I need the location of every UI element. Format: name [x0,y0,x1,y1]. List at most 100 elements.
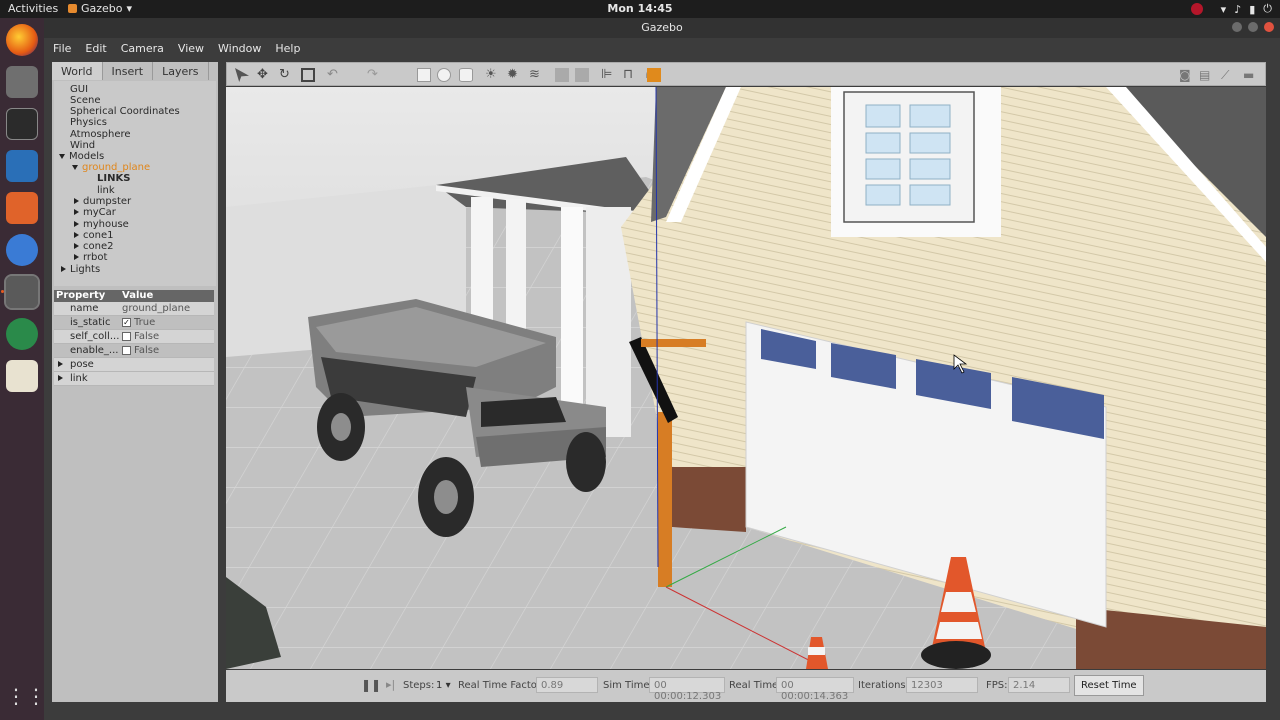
log-icon[interactable]: ▤ [1199,68,1213,82]
tree-item-mycar[interactable]: myCar [74,207,116,218]
checkbox-unchecked[interactable] [122,332,131,341]
tree-item-cone1[interactable]: cone1 [74,230,113,241]
system-tray[interactable]: ▾ ♪ ▮ ⏻ [1190,2,1272,16]
writer-icon[interactable] [6,150,38,182]
collapsed-arrow-icon[interactable] [74,243,79,249]
help-icon[interactable] [6,234,38,266]
video-record-icon[interactable]: ▬ [1243,68,1257,82]
property-value[interactable]: False [122,345,159,356]
collapsed-arrow-icon[interactable] [74,209,79,215]
window-title: Gazebo [641,21,683,34]
minimize-button[interactable] [1232,22,1242,32]
dock: ⋮⋮ [0,18,46,720]
tree-item-lights[interactable]: Lights [61,264,100,275]
rotate-mode-icon[interactable]: ↻ [279,68,293,82]
tab-layers[interactable]: Layers [153,62,209,80]
menu-help[interactable]: Help [275,42,300,55]
checkbox-unchecked[interactable] [122,346,131,355]
align-icon[interactable]: ⊫ [601,68,615,82]
expanded-arrow-icon[interactable] [59,154,65,159]
spot-light-icon[interactable]: ✹ [507,68,521,82]
close-button[interactable] [1264,22,1274,32]
directional-light-icon[interactable]: ≋ [529,68,543,82]
step-icon[interactable]: ▸| [386,678,395,691]
menu-window[interactable]: Window [218,42,261,55]
property-row-self-collide[interactable]: self_coll... False [54,330,214,344]
3d-viewport[interactable] [226,87,1266,669]
menu-edit[interactable]: Edit [85,42,106,55]
redo-icon[interactable]: ↷ [367,68,381,82]
menu-view[interactable]: View [178,42,204,55]
gazebo-icon[interactable] [4,274,40,310]
show-apps-icon[interactable]: ⋮⋮ [6,680,46,712]
tree-item-spherical-coordinates[interactable]: Spherical Coordinates [70,106,180,117]
firefox-icon[interactable] [6,24,38,56]
select-mode-icon[interactable] [235,68,249,82]
text-editor-icon[interactable] [6,360,38,392]
tree-item-myhouse[interactable]: myhouse [74,219,129,230]
undo-icon[interactable]: ↶ [327,68,341,82]
property-row-pose[interactable]: pose [54,358,214,372]
menu-file[interactable]: File [53,42,71,55]
expanded-arrow-icon[interactable] [72,165,78,170]
tree-item-link[interactable]: link [97,185,115,196]
steps-value: 1 [436,680,443,691]
collapsed-arrow-icon[interactable] [74,254,79,260]
tree-item-physics[interactable]: Physics [70,117,107,128]
checkbox-checked[interactable]: ✓ [122,318,131,327]
terminal-icon[interactable] [6,108,38,140]
tab-world[interactable]: World [52,62,103,80]
sphere-shape-icon[interactable] [437,68,451,82]
translate-mode-icon[interactable]: ✥ [257,68,271,82]
plot-icon[interactable]: ⟋ [1221,68,1235,82]
record-icon[interactable] [1190,3,1203,15]
tree-item-models[interactable]: Models [59,151,104,162]
rviz-icon[interactable] [6,318,38,350]
property-value[interactable]: ✓ True [122,317,155,328]
window-titlebar[interactable]: Gazebo [44,18,1280,38]
real-time-label: Real Time: [729,680,782,691]
collapsed-arrow-icon[interactable] [58,375,63,381]
paste-icon[interactable] [575,68,589,82]
collapsed-arrow-icon[interactable] [74,232,79,238]
property-row-enable-wind[interactable]: enable_... False [54,344,214,358]
ground-plane-label: ground_plane [82,162,151,173]
box-shape-icon[interactable] [417,68,431,82]
collapsed-arrow-icon[interactable] [58,361,63,367]
reset-time-button[interactable]: Reset Time [1074,675,1144,696]
tree-item-gui[interactable]: GUI [70,84,88,95]
collapsed-arrow-icon[interactable] [74,198,79,204]
tree-item-wind[interactable]: Wind [70,140,95,151]
property-label: pose [70,359,94,370]
cylinder-shape-icon[interactable] [459,68,473,82]
copy-icon[interactable] [555,68,569,82]
tree-item-ground-plane[interactable]: ground_plane [72,162,150,173]
files-icon[interactable] [6,66,38,98]
property-row-link[interactable]: link [54,372,214,386]
snap-icon[interactable]: ⊓ [623,68,637,82]
collapsed-arrow-icon[interactable] [61,266,66,272]
property-value[interactable]: ground_plane [122,303,190,314]
scale-mode-icon[interactable] [301,68,315,82]
tab-insert[interactable]: Insert [103,62,154,80]
menu-camera[interactable]: Camera [121,42,164,55]
property-row-is-static[interactable]: is_static ✓ True [54,316,214,330]
clock[interactable]: Mon 14:45 [0,2,1280,15]
software-center-icon[interactable] [6,192,38,224]
maximize-button[interactable] [1248,22,1258,32]
tree-item-atmosphere[interactable]: Atmosphere [70,129,131,140]
network-icon: ▾ [1220,2,1227,16]
tree-item-scene[interactable]: Scene [70,95,101,106]
pause-icon[interactable]: ❚❚ [361,678,381,692]
rrbot-model[interactable] [658,412,672,587]
tree-item-rrbot[interactable]: rrbot [74,252,107,263]
screenshot-icon[interactable]: ◙ [1179,68,1193,82]
tree-item-dumpster[interactable]: dumpster [74,196,131,207]
point-light-icon[interactable]: ☀ [485,68,499,82]
tree-item-cone2[interactable]: cone2 [74,241,113,252]
steps-spinbox[interactable]: 1 ▾ [436,680,451,691]
collapsed-arrow-icon[interactable] [74,221,79,227]
view-angle-icon[interactable] [647,68,661,82]
property-row-name[interactable]: name ground_plane [54,302,214,316]
property-value[interactable]: False [122,331,159,342]
